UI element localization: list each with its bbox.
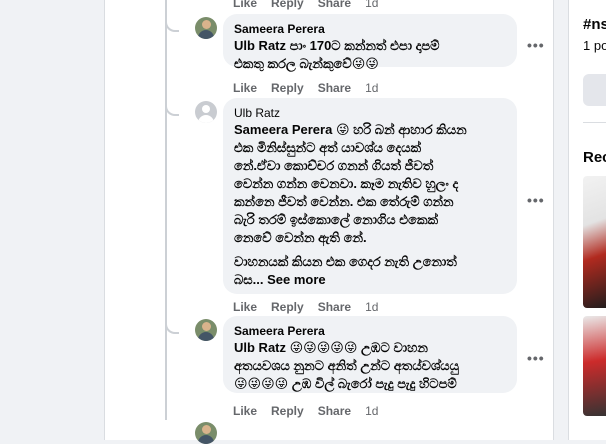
share-button[interactable]: Share [318, 0, 351, 10]
comment-line: නේ.ඒවා කොච්චර ගනන් ගියත් ජීවත් [234, 158, 434, 173]
like-button[interactable]: Like [233, 300, 257, 314]
see-more-link[interactable]: See more [267, 272, 326, 287]
comment-text: වාහනයක් කියන එක ගෙදර නැති උනොත් බස... Se… [234, 253, 506, 289]
comment-time[interactable]: 1d [365, 404, 378, 418]
share-button[interactable]: Share [318, 81, 351, 95]
hashtag-link[interactable]: #ns [583, 16, 606, 33]
comment-line: 😜 හරි බන් ආහාර කියන [335, 122, 467, 137]
comment-actions: Like Reply Share 1d [233, 404, 392, 418]
share-button[interactable]: Share [318, 300, 351, 314]
comment-line: එකතු කරල බැන්කුවේ😜😜 [234, 56, 379, 71]
comment-text: Ulb Ratz පාං 170ට කන්නත් එපා දාපම් එකතු … [234, 37, 506, 73]
right-sidebar: #ns 1 po Rec [568, 0, 606, 440]
more-options-button[interactable]: ••• [527, 350, 545, 366]
mention-link[interactable]: Ulb Ratz [234, 340, 286, 355]
more-options-button[interactable]: ••• [527, 37, 545, 53]
comment-actions: Like Reply Share 1d [233, 81, 392, 95]
comment-line: 😜😜😜😜😜 උඹට වාහන [289, 340, 428, 355]
comment-bubble: Ulb Ratz Sameera Perera 😜 හරි බන් ආහාර ක… [223, 98, 517, 294]
comment-line: වෙන්න ගන්න වෙනවා. කෑම නැතිව හුලං ද [234, 176, 459, 191]
recommended-thumbnail[interactable] [583, 316, 606, 416]
reply-button[interactable]: Reply [271, 300, 304, 314]
comment-line: බස... [234, 272, 264, 287]
like-button[interactable]: Like [233, 81, 257, 95]
comment-line: 😜😜😜😜 උඹ විල් බැරෝ පැදු පැදු හිටපම් [234, 376, 457, 391]
post-count: 1 po [583, 38, 606, 53]
comment-author[interactable]: Ulb Ratz [234, 105, 506, 121]
divider [583, 122, 606, 123]
comment-text: Ulb Ratz 😜😜😜😜😜 උඹට වාහන අතයවශය නුනට අනිත… [234, 339, 506, 393]
like-button[interactable]: Like [233, 0, 257, 10]
comment-line: එක මිනිස්සුන්ට අත් යාවශ්ය දෙයක් [234, 140, 422, 155]
sidebar-button[interactable] [583, 74, 606, 106]
thread-elbow [165, 318, 179, 334]
comment-line: නෙවේ වෙන්න ඇති නේ. [234, 230, 367, 245]
comment-line: පාං 170ට කන්නත් එපා දාපම් [289, 38, 440, 53]
comment-actions: Like Reply Share 1d [233, 0, 392, 10]
mention-link[interactable]: Ulb Ratz [234, 38, 286, 53]
recommended-thumbnail[interactable] [583, 176, 606, 308]
comment-line: කන්නෙ ජීවත් වෙන්න. එක තේරුම් ගන්න [234, 194, 454, 209]
thread-elbow [165, 100, 179, 116]
avatar[interactable] [195, 422, 217, 444]
comment-time[interactable]: 1d [365, 0, 378, 10]
thread-line [165, 0, 167, 420]
comment-text: Sameera Perera 😜 හරි බන් ආහාර කියන එක මි… [234, 121, 506, 247]
comment-line: වාහනයක් කියන එක ගෙදර නැති උනොත් [234, 254, 457, 269]
comment-line: අතයවශය නුනට අනිත් උන්ට අතය්වශ්යයු [234, 358, 459, 373]
more-options-button[interactable]: ••• [527, 192, 545, 208]
avatar[interactable] [195, 101, 217, 123]
thread-line [105, 0, 106, 440]
like-button[interactable]: Like [233, 404, 257, 418]
comment-author[interactable]: Sameera Perera [234, 21, 506, 37]
comment-bubble: Sameera Perera Ulb Ratz 😜😜😜😜😜 උඹට වාහන අ… [223, 316, 517, 393]
avatar[interactable] [195, 319, 217, 341]
comments-panel: Like Reply Share 1d Sameera Perera Ulb Ratz… [104, 0, 554, 444]
comment-time[interactable]: 1d [365, 81, 378, 95]
mention-link[interactable]: Sameera Perera [234, 122, 332, 137]
avatar[interactable] [195, 17, 217, 39]
comment-bubble: Sameera Perera Ulb Ratz පාං 170ට කන්නත් … [223, 14, 517, 71]
comment-time[interactable]: 1d [365, 300, 378, 314]
comment-line: බැරි තරම් ඉස්කොලේ නොගිය එකෙක් [234, 212, 439, 227]
reply-button[interactable]: Reply [271, 0, 304, 10]
comment-author[interactable]: Sameera Perera [234, 323, 506, 339]
reply-button[interactable]: Reply [271, 404, 304, 418]
comment-actions: Like Reply Share 1d [233, 300, 392, 314]
share-button[interactable]: Share [318, 404, 351, 418]
thread-elbow [165, 16, 179, 32]
section-title: Rec [583, 149, 606, 166]
reply-button[interactable]: Reply [271, 81, 304, 95]
